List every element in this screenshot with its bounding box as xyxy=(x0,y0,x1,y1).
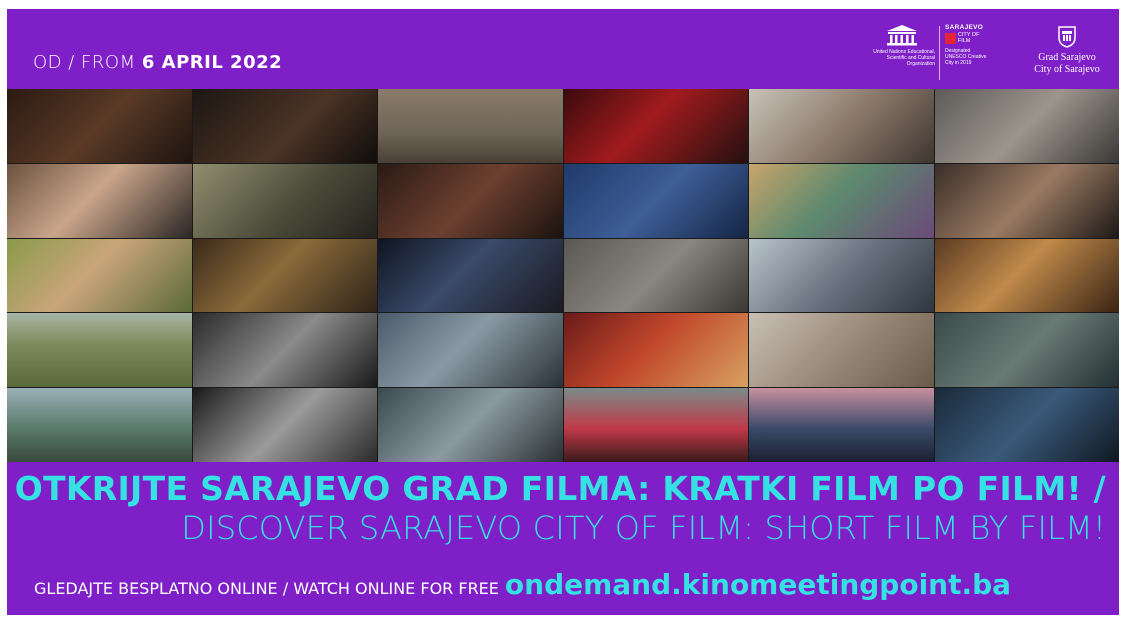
film-still xyxy=(7,313,192,388)
date-prefix: OD / FROM xyxy=(33,52,136,73)
film-still xyxy=(749,388,934,462)
film-still xyxy=(378,313,563,388)
film-still xyxy=(192,238,377,313)
grad-line-1: Grad Sarajevo xyxy=(1038,52,1096,63)
unesco-text: United Nations Educational, Scientific a… xyxy=(873,49,935,67)
promo-banner: OD / FROM 6 APRIL 2022 United Nations Ed… xyxy=(7,9,1119,615)
film-square-icon xyxy=(945,32,956,44)
film-still xyxy=(934,313,1119,388)
film-still xyxy=(378,238,563,313)
film-still xyxy=(7,388,192,462)
designation-text: Designated UNESCO Creative City in 2019 xyxy=(945,48,987,66)
date-value: 6 APRIL 2022 xyxy=(141,52,283,73)
film-still xyxy=(934,89,1119,163)
city-of-film-text: CITY OF FILM xyxy=(957,32,980,44)
unesco-logo: United Nations Educational, Scientific a… xyxy=(869,24,935,82)
film-still xyxy=(934,163,1119,238)
film-still xyxy=(563,388,748,462)
film-still xyxy=(192,89,377,163)
film-still xyxy=(378,163,563,238)
film-still xyxy=(563,313,748,388)
film-still xyxy=(934,388,1119,462)
film-still xyxy=(934,238,1119,313)
film-still xyxy=(378,89,563,163)
coat-of-arms-icon xyxy=(1058,26,1076,48)
film-still xyxy=(7,163,192,238)
film-still xyxy=(749,238,934,313)
film-still xyxy=(563,89,748,163)
grad-sarajevo-logo: Grad Sarajevo City of Sarajevo xyxy=(1019,26,1115,76)
watch-label: GLEDAJTE BESPLATNO ONLINE / WATCH ONLINE… xyxy=(34,579,499,598)
headline-english: DISCOVER SARAJEVO CITY OF FILM: SHORT FI… xyxy=(181,509,1106,547)
watch-line: GLEDAJTE BESPLATNO ONLINE / WATCH ONLINE… xyxy=(34,568,1104,601)
logo-divider xyxy=(939,26,940,80)
film-still xyxy=(749,163,934,238)
film-stills-grid xyxy=(7,89,1119,462)
film-still xyxy=(563,238,748,313)
temple-icon xyxy=(887,25,917,46)
film-still xyxy=(192,388,377,462)
headline-bosnian: OTKRIJTE SARAJEVO GRAD FILMA: KRATKI FIL… xyxy=(14,469,1106,508)
film-still xyxy=(378,388,563,462)
partner-logos: United Nations Educational, Scientific a… xyxy=(869,9,1119,89)
release-date: OD / FROM 6 APRIL 2022 xyxy=(33,52,282,73)
film-still xyxy=(192,163,377,238)
film-still xyxy=(749,313,934,388)
grad-line-2: City of Sarajevo xyxy=(1034,64,1100,75)
ondemand-link[interactable]: ondemand.kinomeetingpoint.ba xyxy=(505,568,1011,601)
city-of-film-logo: SARAJEVO CITY OF FILM Designated UNESCO … xyxy=(945,24,993,84)
film-still xyxy=(563,163,748,238)
film-still xyxy=(7,238,192,313)
header-bar: OD / FROM 6 APRIL 2022 United Nations Ed… xyxy=(7,9,1119,89)
film-still xyxy=(7,89,192,163)
film-still xyxy=(192,313,377,388)
city-name: SARAJEVO xyxy=(945,24,984,31)
film-still xyxy=(749,89,934,163)
